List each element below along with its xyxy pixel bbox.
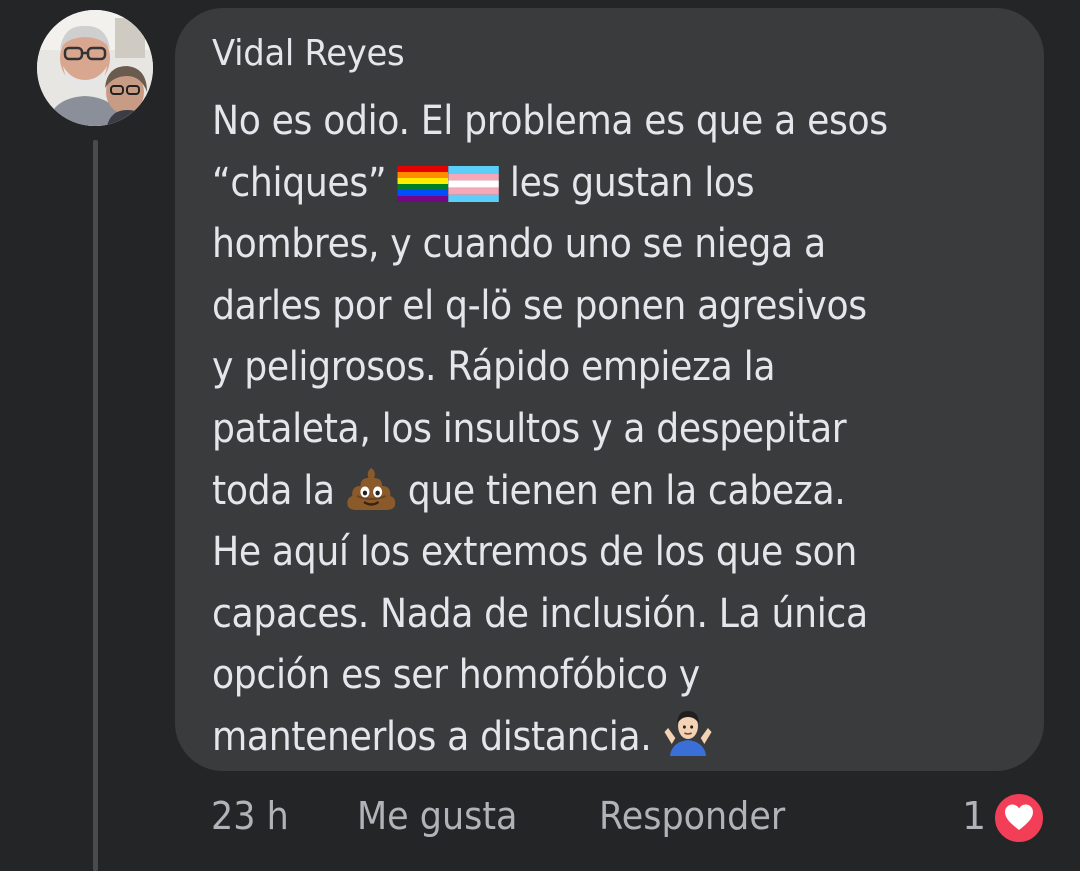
reply-button[interactable]: Responder <box>599 792 785 840</box>
comment-line: hombres, y cuando uno se niega a <box>212 221 826 268</box>
author-avatar[interactable] <box>37 10 153 126</box>
comment-line: y peligrosos. Rápido empieza la <box>212 344 776 391</box>
comment-bubble[interactable]: Vidal Reyes No es odio. El problema es q… <box>175 8 1044 771</box>
reaction-count[interactable]: 1 <box>962 792 986 840</box>
comment-actions: 23 h Me gusta Responder 1 <box>0 792 1080 842</box>
comment-line: “chiques” les gustan los <box>212 153 938 215</box>
comment-line: toda la que tienen en la cabeza. <box>212 461 938 523</box>
person-shrugging-icon <box>664 710 712 756</box>
comment-line-part: “chiques” <box>212 159 387 206</box>
comment-line-part: les gustan los <box>509 159 755 206</box>
like-button[interactable]: Me gusta <box>357 792 517 840</box>
comment-line-part: mantenerlos a distancia. <box>212 713 652 760</box>
comment-line: pataleta, los insultos y a despepitar <box>212 405 847 452</box>
comment-line: darles por el q-lö se ponen agresivos <box>212 282 867 329</box>
timestamp[interactable]: 23 h <box>211 792 289 840</box>
comment-line: He aquí los extremos de los que son <box>212 529 857 576</box>
comment-line-part: que tienen en la cabeza. <box>407 467 846 514</box>
comment-line: opción es ser homofóbico y <box>212 652 700 699</box>
transgender-flag-icon <box>448 165 499 202</box>
comment-line: capaces. Nada de inclusión. La única <box>212 590 868 637</box>
comment-line-part: toda la <box>212 467 335 514</box>
pile-of-poo-icon <box>347 467 396 510</box>
author-name[interactable]: Vidal Reyes <box>212 32 966 76</box>
rainbow-flag-icon <box>397 165 449 202</box>
comment-line: No es odio. El problema es que a esos <box>212 98 888 144</box>
thread-line <box>93 140 98 871</box>
comment-screen: Vidal Reyes No es odio. El problema es q… <box>0 0 1080 871</box>
heart-icon[interactable] <box>992 791 1046 845</box>
comment-line: mantenerlos a distancia. <box>212 707 938 769</box>
avatar-photo <box>37 10 153 126</box>
comment-text: No es odio. El problema es que a esos “c… <box>212 91 1014 769</box>
